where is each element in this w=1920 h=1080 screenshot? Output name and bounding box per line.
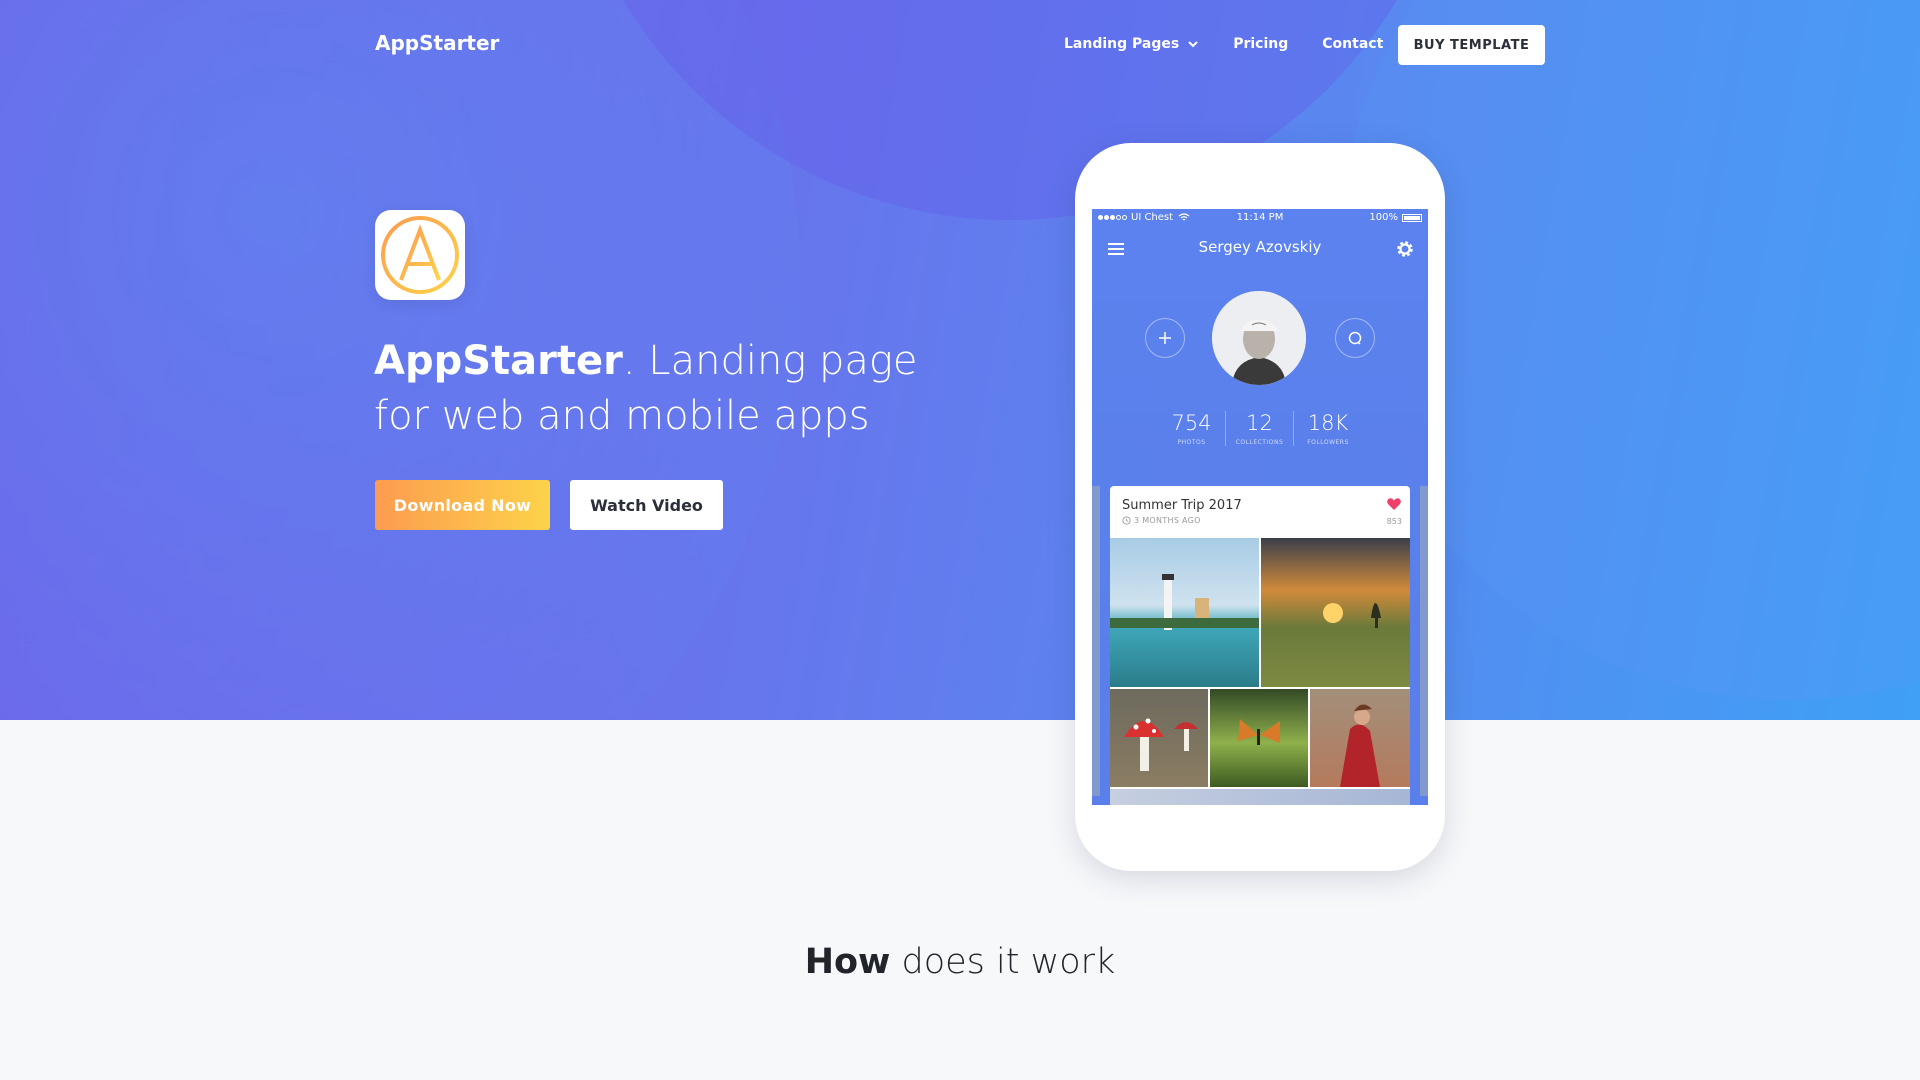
photo-mushroom[interactable] xyxy=(1110,689,1208,787)
profile-stats: 754 PHOTOS 12 COLLECTIONS 18K FOLLOWERS xyxy=(1092,411,1428,446)
message-button[interactable] xyxy=(1335,318,1375,358)
hero-section: AppStarter Landing Pages Pricing Contact… xyxy=(0,0,1920,720)
side-card-peek xyxy=(1092,486,1100,796)
nav-item-label: Landing Pages xyxy=(1064,36,1180,52)
chat-bubble-icon xyxy=(1348,331,1362,345)
battery-icon xyxy=(1402,213,1422,222)
battery-percent: 100% xyxy=(1369,212,1398,223)
photo-sunset-field[interactable] xyxy=(1261,538,1410,687)
clock-icon xyxy=(1122,516,1131,525)
phone-mockup: UI Chest 11:14 PM 100% Sergey Azovskiy 7… xyxy=(1075,143,1445,871)
stat-followers[interactable]: 18K FOLLOWERS xyxy=(1294,411,1362,446)
status-bar: UI Chest 11:14 PM 100% xyxy=(1092,209,1428,227)
album-card[interactable]: Summer Trip 2017 3 MONTHS AGO 853 xyxy=(1110,486,1410,805)
nav-item-contact[interactable]: Contact xyxy=(1322,36,1383,52)
stat-collections[interactable]: 12 COLLECTIONS xyxy=(1226,411,1294,446)
nav-item-landing-pages[interactable]: Landing Pages xyxy=(1064,36,1199,52)
photo-partial xyxy=(1110,789,1410,805)
heart-icon[interactable] xyxy=(1386,496,1402,512)
likes-count: 853 xyxy=(1386,517,1402,526)
hero-headline: AppStarter. Landing page for web and mob… xyxy=(374,334,934,444)
add-follow-button[interactable] xyxy=(1145,318,1185,358)
headline-brand: AppStarter xyxy=(374,338,623,384)
photo-lighthouse[interactable] xyxy=(1110,538,1259,687)
how-it-works-heading: How does it work xyxy=(804,942,1116,982)
side-card-peek xyxy=(1420,486,1428,796)
plus-icon xyxy=(1159,332,1171,344)
watch-video-button[interactable]: Watch Video xyxy=(570,480,723,530)
photo-woman-red-dress[interactable] xyxy=(1310,689,1410,787)
photo-butterfly[interactable] xyxy=(1210,689,1308,787)
phone-screen: UI Chest 11:14 PM 100% Sergey Azovskiy 7… xyxy=(1092,209,1428,805)
buy-template-button[interactable]: BUY TEMPLATE xyxy=(1398,25,1545,65)
nav-item-pricing[interactable]: Pricing xyxy=(1233,36,1288,52)
main-nav: Landing Pages Pricing Contact xyxy=(1064,24,1417,64)
profile-name: Sergey Azovskiy xyxy=(1198,238,1322,256)
album-title: Summer Trip 2017 xyxy=(1122,498,1242,513)
download-now-button[interactable]: Download Now xyxy=(375,480,550,530)
nav-logo[interactable]: AppStarter xyxy=(375,31,499,55)
nav-item-label: Contact xyxy=(1322,36,1384,52)
avatar[interactable] xyxy=(1212,291,1306,385)
album-time: 3 MONTHS AGO xyxy=(1122,516,1201,525)
stat-photos[interactable]: 754 PHOTOS xyxy=(1158,411,1226,446)
nav-item-label: Pricing xyxy=(1233,36,1289,52)
appstarter-logo-icon xyxy=(375,210,465,300)
gear-icon[interactable] xyxy=(1394,238,1416,260)
chevron-down-icon xyxy=(1188,41,1198,48)
